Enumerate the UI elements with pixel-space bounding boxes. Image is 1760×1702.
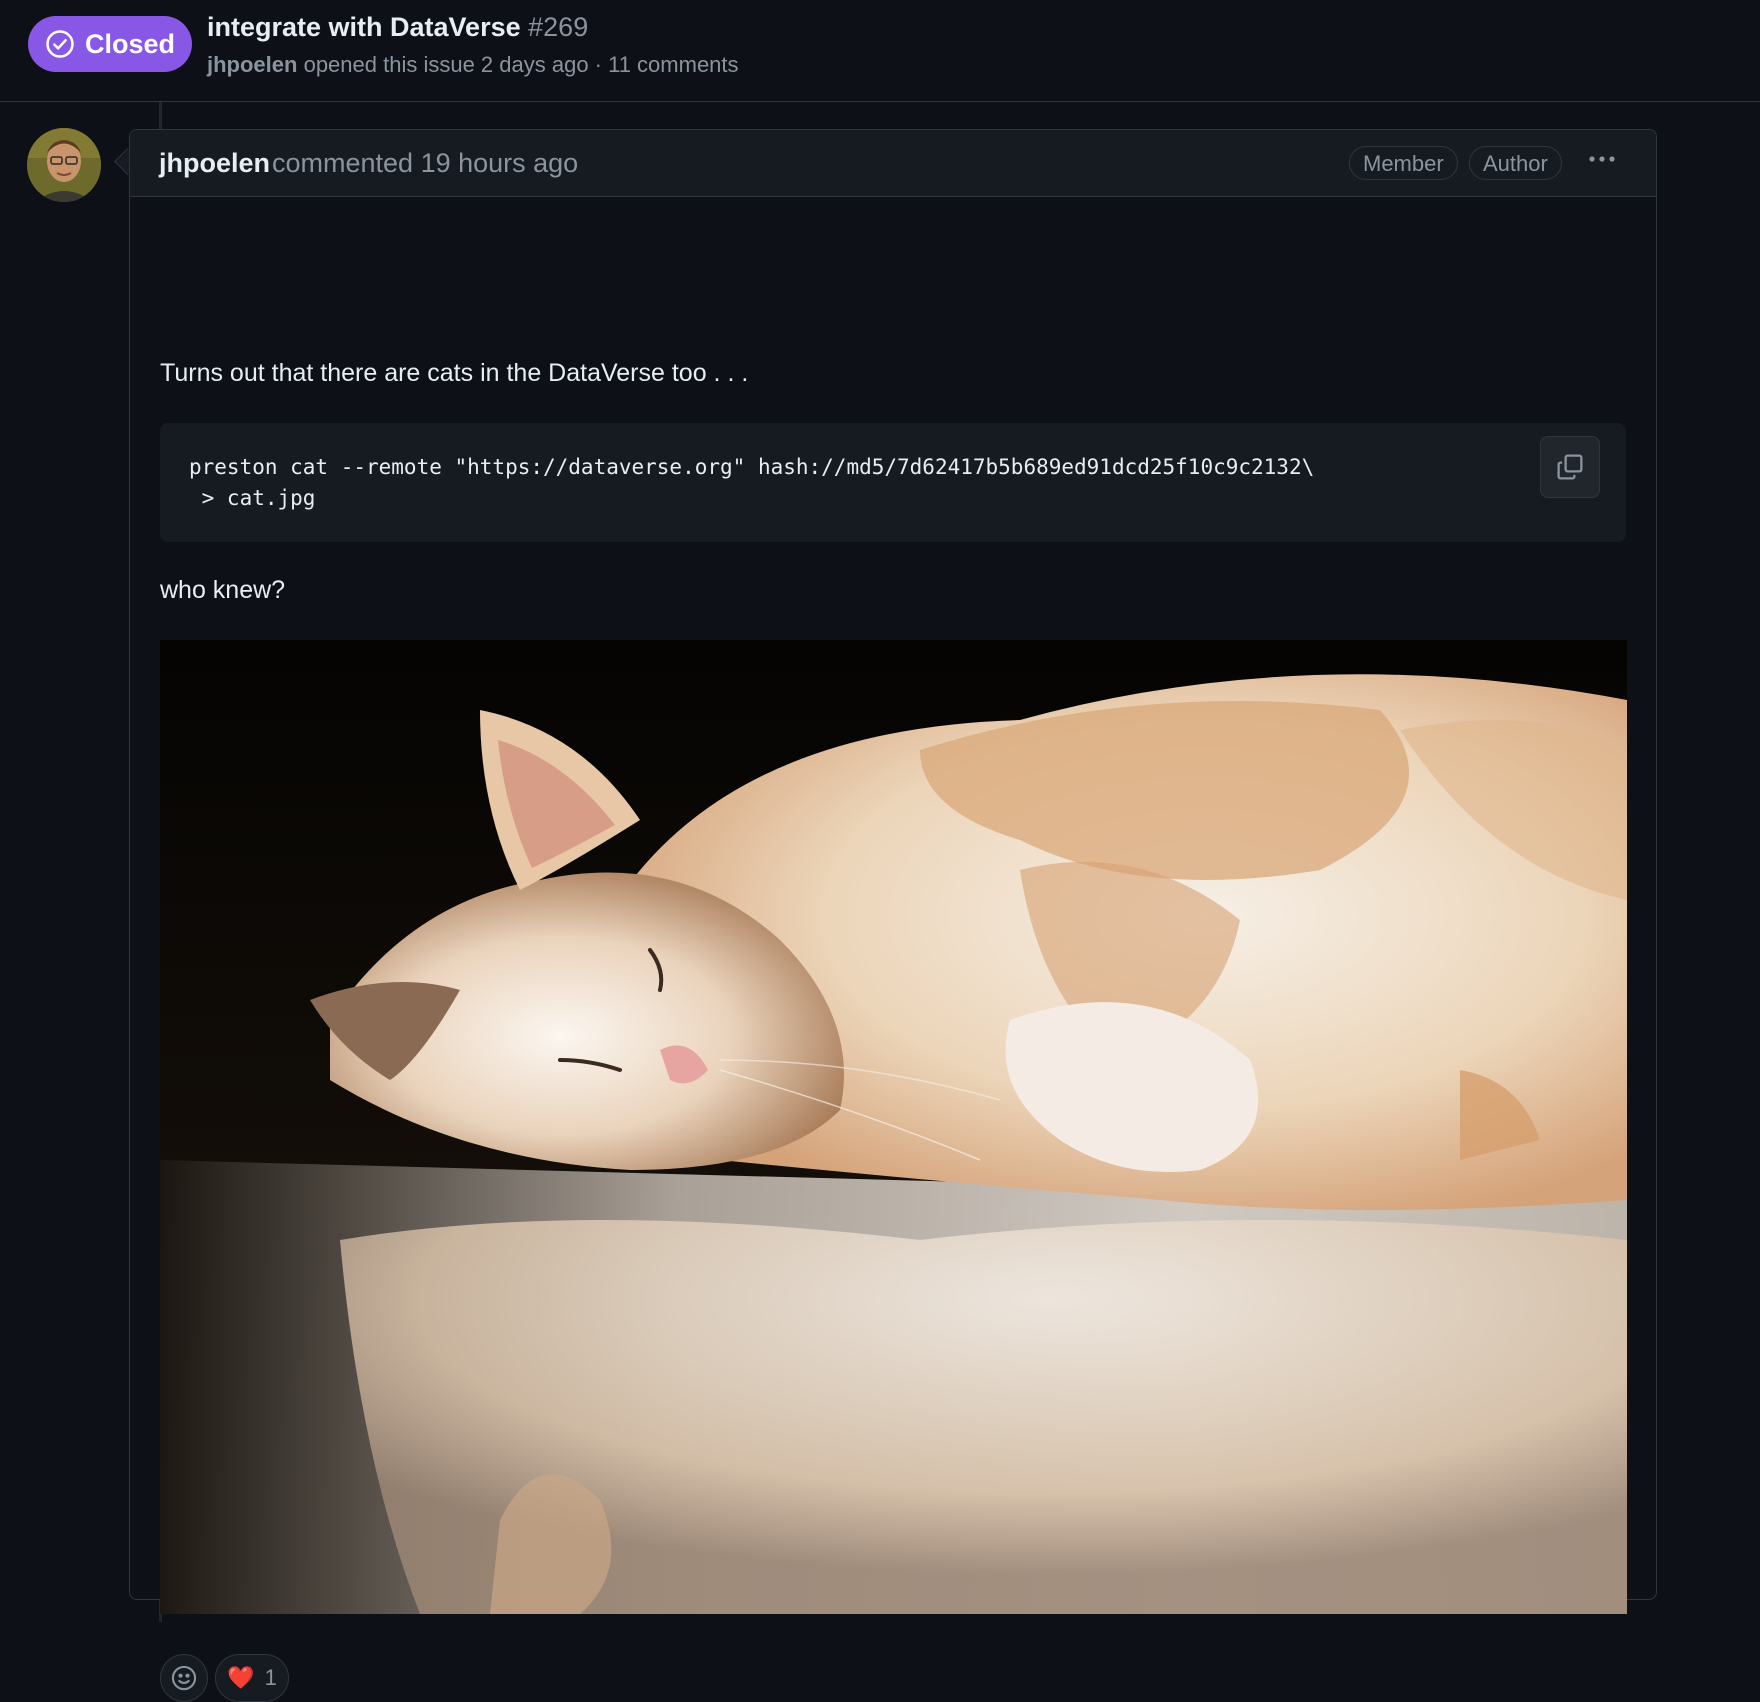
kebab-horizontal-icon [1589, 156, 1615, 162]
issue-title-text: integrate with DataVerse [207, 12, 521, 42]
member-label: Member [1349, 146, 1458, 180]
check-circle-icon [46, 30, 74, 58]
heart-emoji: ❤️ [227, 1665, 255, 1690]
cat-illustration [160, 640, 1627, 1614]
heart-reaction-button[interactable]: ❤️ 1 [215, 1654, 289, 1702]
issue-title: integrate with DataVerse #269 [207, 12, 588, 43]
add-reaction-button[interactable] [160, 1654, 208, 1702]
issue-state-badge: Closed [28, 16, 192, 72]
cat-image[interactable] [160, 640, 1627, 1614]
comment-timestamp[interactable]: commented 19 hours ago [272, 148, 578, 179]
author-label: Author [1469, 146, 1562, 180]
copy-icon [1557, 454, 1583, 480]
heart-reaction-count: 1 [264, 1665, 277, 1690]
comment-paragraph-2: who knew? [160, 576, 286, 604]
code-content: preston cat --remote "https://dataverse.… [189, 455, 1315, 510]
copy-button[interactable] [1540, 436, 1600, 498]
code-block: preston cat --remote "https://dataverse.… [160, 423, 1626, 542]
comment-menu-button[interactable] [1582, 144, 1622, 180]
issue-number: #269 [528, 12, 589, 42]
comment-box: jhpoelen commented 19 hours ago Member A… [129, 129, 1657, 1702]
issue-meta-text: opened this issue 2 days ago · 11 commen… [303, 52, 739, 77]
avatar-image [27, 128, 101, 202]
issue-header: Closed integrate with DataVerse #269 jhp… [0, 0, 1760, 102]
comment-header: jhpoelen commented 19 hours ago Member A… [130, 130, 1656, 197]
smiley-icon [171, 1665, 197, 1691]
avatar[interactable] [27, 128, 101, 202]
issue-meta: jhpoelen opened this issue 2 days ago · … [207, 52, 739, 78]
issue-state-label: Closed [84, 28, 176, 59]
comment-author-link[interactable]: jhpoelen [159, 148, 270, 179]
issue-author-link[interactable]: jhpoelen [207, 52, 297, 77]
comment-paragraph: Turns out that there are cats in the Dat… [160, 359, 749, 387]
